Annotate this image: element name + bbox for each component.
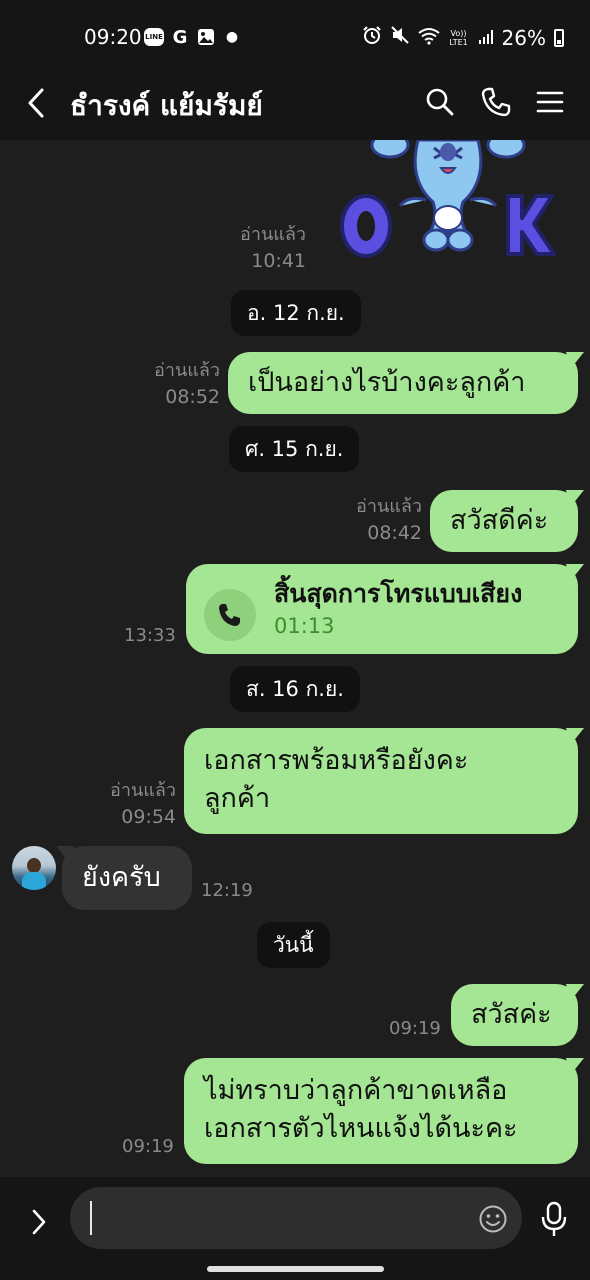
search-icon xyxy=(426,88,454,116)
chevron-left-icon xyxy=(28,88,44,118)
line-app-icon: LINE xyxy=(144,28,164,46)
alarm-icon xyxy=(362,25,382,50)
message-bubble-outgoing[interactable]: ไม่ทราบว่าลูกค้าขาดเหลือ เอกสารตัวไหนแจ้… xyxy=(184,1058,578,1164)
volte-icon: Vo)) LTE1 xyxy=(449,28,468,47)
status-bar: 09:20 LINE G ● Vo)) LTE1 26% xyxy=(0,0,590,64)
wifi-icon xyxy=(417,26,440,50)
read-receipt: อ่านแล้ว 09:54 xyxy=(96,778,176,830)
message-bubble-outgoing[interactable]: สวัสดีค่ะ xyxy=(430,490,578,552)
message-text-line: ไม่ทราบว่าลูกค้าขาดเหลือ xyxy=(204,1075,508,1106)
menu-icon xyxy=(536,91,564,113)
call-message-bubble[interactable]: สิ้นสุดการโทรแบบเสียง 01:13 xyxy=(186,564,578,654)
chat-header: ธำรงค์ แย้มรัมย์ xyxy=(0,64,590,140)
message-time: 09:54 xyxy=(121,806,176,828)
call-title: สิ้นสุดการโทรแบบเสียง xyxy=(274,579,523,608)
status-right-icons: Vo)) LTE1 26% xyxy=(362,25,564,50)
google-icon: G xyxy=(172,26,188,48)
ok-sticker[interactable] xyxy=(338,140,558,260)
read-receipt: อ่านแล้ว 10:41 xyxy=(222,222,306,274)
battery-percent: 26% xyxy=(501,25,546,50)
message-input[interactable] xyxy=(70,1187,522,1249)
dot-indicator: ● xyxy=(225,29,239,45)
phone-icon xyxy=(481,87,511,117)
status-time: 09:20 xyxy=(84,25,142,49)
message-text-line: เอกสารพร้อมหรือยังคะ xyxy=(204,745,469,776)
message-bubble-incoming[interactable]: ยังครับ xyxy=(62,846,192,910)
call-duration: 01:13 xyxy=(274,614,335,638)
status-left-icons: LINE G ● xyxy=(144,26,242,48)
gallery-icon xyxy=(196,27,216,47)
menu-button[interactable] xyxy=(536,86,568,118)
search-button[interactable] xyxy=(424,86,456,118)
avatar[interactable] xyxy=(12,846,56,890)
expand-menu-button[interactable] xyxy=(26,1205,52,1239)
signal-icon xyxy=(478,26,494,50)
date-separator: อ. 12 ก.ย. xyxy=(231,290,361,336)
chevron-right-icon xyxy=(32,1209,46,1235)
read-receipt: อ่านแล้ว 08:52 xyxy=(140,358,220,410)
message-time: 13:33 xyxy=(124,625,176,646)
date-separator: วันนี้ xyxy=(257,922,330,968)
page-title: ธำรงค์ แย้มรัมย์ xyxy=(70,89,263,122)
message-time: 09:19 xyxy=(122,1136,174,1157)
phone-icon xyxy=(204,589,256,641)
message-time: 08:42 xyxy=(367,522,422,544)
read-receipt: อ่านแล้ว 08:42 xyxy=(342,494,422,546)
message-text-line: เอกสารตัวไหนแจ้งได้นะคะ xyxy=(204,1113,518,1144)
battery-icon xyxy=(554,28,564,47)
message-text-line: ลูกค้า xyxy=(204,783,271,814)
message-time: 08:52 xyxy=(165,386,220,408)
call-button[interactable] xyxy=(480,86,512,118)
message-bubble-outgoing[interactable]: เอกสารพร้อมหรือยังคะ ลูกค้า xyxy=(184,728,578,834)
emoji-icon xyxy=(479,1205,507,1233)
date-separator: ส. 16 ก.ย. xyxy=(230,666,360,712)
message-time: 10:41 xyxy=(251,250,306,272)
microphone-icon xyxy=(541,1201,567,1236)
back-button[interactable] xyxy=(22,86,52,120)
emoji-button[interactable] xyxy=(478,1204,508,1234)
message-time: 09:19 xyxy=(389,1018,441,1039)
chat-area[interactable]: อ่านแล้ว 10:41 อ. 12 ก.ย. อ่านแล้ว 08:52… xyxy=(0,140,590,1177)
mute-icon xyxy=(390,25,410,50)
message-time: 12:19 xyxy=(201,880,253,901)
date-separator: ศ. 15 ก.ย. xyxy=(229,426,360,472)
message-bubble-outgoing[interactable]: เป็นอย่างไรบ้างคะลูกค้า xyxy=(228,352,578,414)
text-caret xyxy=(90,1201,92,1235)
message-bubble-outgoing[interactable]: สวัสค่ะ xyxy=(451,984,578,1046)
home-indicator[interactable] xyxy=(207,1266,384,1272)
message-composer xyxy=(0,1177,590,1280)
microphone-button[interactable] xyxy=(540,1201,568,1239)
